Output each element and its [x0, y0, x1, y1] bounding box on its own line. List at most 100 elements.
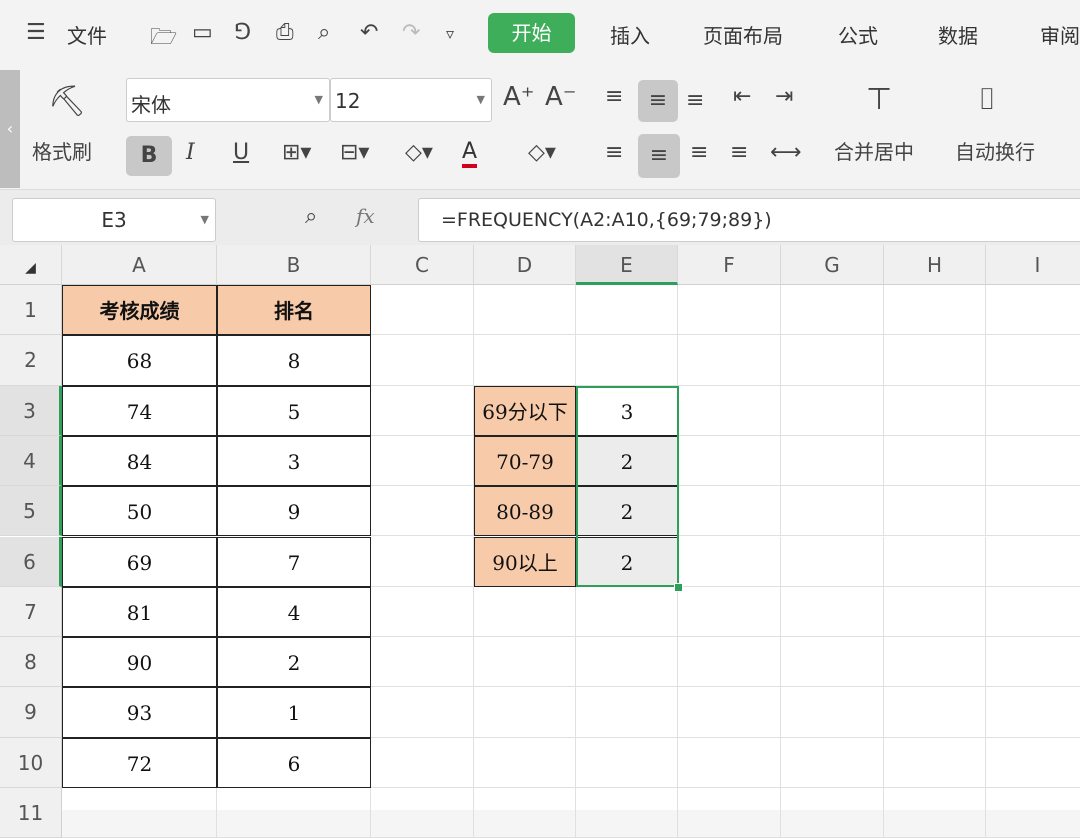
cell-F2[interactable] [678, 335, 781, 386]
cell-G5[interactable] [781, 486, 884, 537]
cell-C6[interactable] [371, 536, 474, 587]
cell-B11[interactable] [217, 788, 371, 838]
column-header-G[interactable]: G [781, 245, 884, 285]
justify-icon[interactable]: ≡ [730, 140, 748, 165]
merge-icon[interactable]: ⊤ [866, 82, 892, 117]
format-painter-label[interactable]: 格式刷 [32, 136, 92, 165]
fill-color-icon[interactable]: ◇▾ [405, 140, 433, 165]
cell-B7[interactable]: 4 [217, 586, 371, 638]
increase-indent-icon[interactable]: ⇥ [775, 84, 793, 109]
column-header-H[interactable]: H [884, 245, 986, 285]
cell-G9[interactable] [781, 687, 884, 738]
column-header-F[interactable]: F [678, 245, 781, 285]
underline-button[interactable]: U [233, 140, 249, 165]
cell-C8[interactable] [371, 637, 474, 688]
decrease-indent-icon[interactable]: ⇤ [733, 84, 751, 109]
wrap-text-button[interactable]: 自动换行 [955, 136, 1035, 165]
fill-handle[interactable] [674, 582, 683, 592]
redo-icon[interactable]: ↷ [402, 20, 420, 45]
cell-F6[interactable] [678, 536, 781, 587]
cell-D1[interactable] [474, 285, 576, 336]
align-left-icon[interactable]: ≡ [605, 140, 623, 165]
cell-E2[interactable] [576, 335, 678, 386]
row-header-4[interactable]: 4 [0, 435, 62, 487]
cell-C10[interactable] [371, 737, 474, 788]
bold-button[interactable]: B [126, 136, 172, 176]
italic-button[interactable]: I [186, 140, 195, 165]
cell-E7[interactable] [576, 586, 678, 638]
row-header-2[interactable]: 2 [0, 335, 62, 386]
cell-D8[interactable] [474, 637, 576, 688]
cell-D4[interactable]: 70-79 [474, 435, 576, 487]
cell-I6[interactable] [986, 537, 1080, 587]
cell-F3[interactable] [678, 385, 781, 436]
cell-A5[interactable]: 50 [62, 486, 217, 537]
cell-F10[interactable] [678, 737, 781, 788]
cell-H5[interactable] [884, 486, 986, 537]
cell-B2[interactable]: 8 [217, 335, 371, 386]
cell-A8[interactable]: 90 [62, 637, 217, 688]
cell-H8[interactable] [884, 637, 986, 688]
brush-icon[interactable]: ⛏ [48, 84, 86, 119]
column-header-A[interactable]: A [62, 245, 217, 285]
cell-D10[interactable] [474, 737, 576, 788]
row-header-10[interactable]: 10 [0, 737, 62, 788]
cell-C9[interactable] [371, 687, 474, 738]
row-header-6[interactable]: 6 [0, 536, 62, 587]
cell-C7[interactable] [371, 586, 474, 638]
column-header-B[interactable]: B [217, 245, 371, 285]
cell-I1[interactable] [986, 285, 1080, 336]
cell-F7[interactable] [678, 586, 781, 638]
cell-F4[interactable] [678, 435, 781, 487]
formula-input[interactable]: =FREQUENCY(A2:A10,{69;79;89}) [418, 198, 1080, 242]
row-header-3[interactable]: 3 [0, 385, 62, 436]
cell-F11[interactable] [678, 788, 781, 838]
cell-A10[interactable]: 72 [62, 737, 217, 788]
tab-home[interactable]: 开始 [488, 13, 575, 53]
open-icon[interactable]: 🗁 [150, 20, 177, 58]
column-header-C[interactable]: C [371, 245, 474, 285]
align-top-icon[interactable]: ≡ [605, 84, 623, 109]
tab-formulas[interactable]: 公式 [838, 20, 878, 49]
name-box[interactable]: E3 ▼ [12, 198, 216, 242]
cell-E8[interactable] [576, 637, 678, 688]
cell-D3[interactable]: 69分以下 [474, 385, 576, 436]
cell-D5[interactable]: 80-89 [474, 486, 576, 537]
cell-E6[interactable]: 2 [576, 536, 678, 587]
print-preview-icon[interactable]: ⌕ [318, 20, 330, 45]
cell-H11[interactable] [884, 788, 986, 838]
cell-G2[interactable] [781, 335, 884, 386]
cell-I8[interactable] [986, 637, 1080, 688]
cell-G11[interactable] [781, 788, 884, 838]
row-header-1[interactable]: 1 [0, 285, 62, 336]
wrap-icon[interactable]: ⌷ [978, 82, 996, 117]
save-icon[interactable]: ▭ [192, 20, 213, 45]
cell-I9[interactable] [986, 687, 1080, 738]
cell-F9[interactable] [678, 687, 781, 738]
row-header-9[interactable]: 9 [0, 687, 62, 738]
cell-B3[interactable]: 5 [217, 385, 371, 436]
cell-A11[interactable] [62, 788, 217, 838]
align-right-icon[interactable]: ≡ [690, 140, 708, 165]
cell-F8[interactable] [678, 637, 781, 688]
cell-D2[interactable] [474, 335, 576, 386]
cell-G8[interactable] [781, 637, 884, 688]
tab-page-layout[interactable]: 页面布局 [703, 20, 783, 49]
cell-E9[interactable] [576, 687, 678, 738]
font-size-select[interactable]: 12 ▼ [330, 78, 492, 122]
merge-center-button[interactable]: 合并居中 [834, 136, 914, 165]
column-header-I[interactable]: I [986, 245, 1080, 285]
cell-B4[interactable]: 3 [217, 435, 371, 487]
borders-icon[interactable]: ⊞▾ [282, 140, 311, 165]
zoom-formula-icon[interactable]: ⌕ [305, 204, 317, 229]
cell-H9[interactable] [884, 687, 986, 738]
cell-F1[interactable] [678, 285, 781, 336]
cell-H4[interactable] [884, 435, 986, 487]
cell-H7[interactable] [884, 586, 986, 638]
row-header-11[interactable]: 11 [0, 788, 62, 838]
cell-A6[interactable]: 69 [62, 536, 217, 587]
cell-A1[interactable]: 考核成绩 [62, 285, 217, 336]
cell-D11[interactable] [474, 788, 576, 838]
cell-C5[interactable] [371, 486, 474, 537]
undo-icon[interactable]: ↶ [360, 20, 378, 45]
